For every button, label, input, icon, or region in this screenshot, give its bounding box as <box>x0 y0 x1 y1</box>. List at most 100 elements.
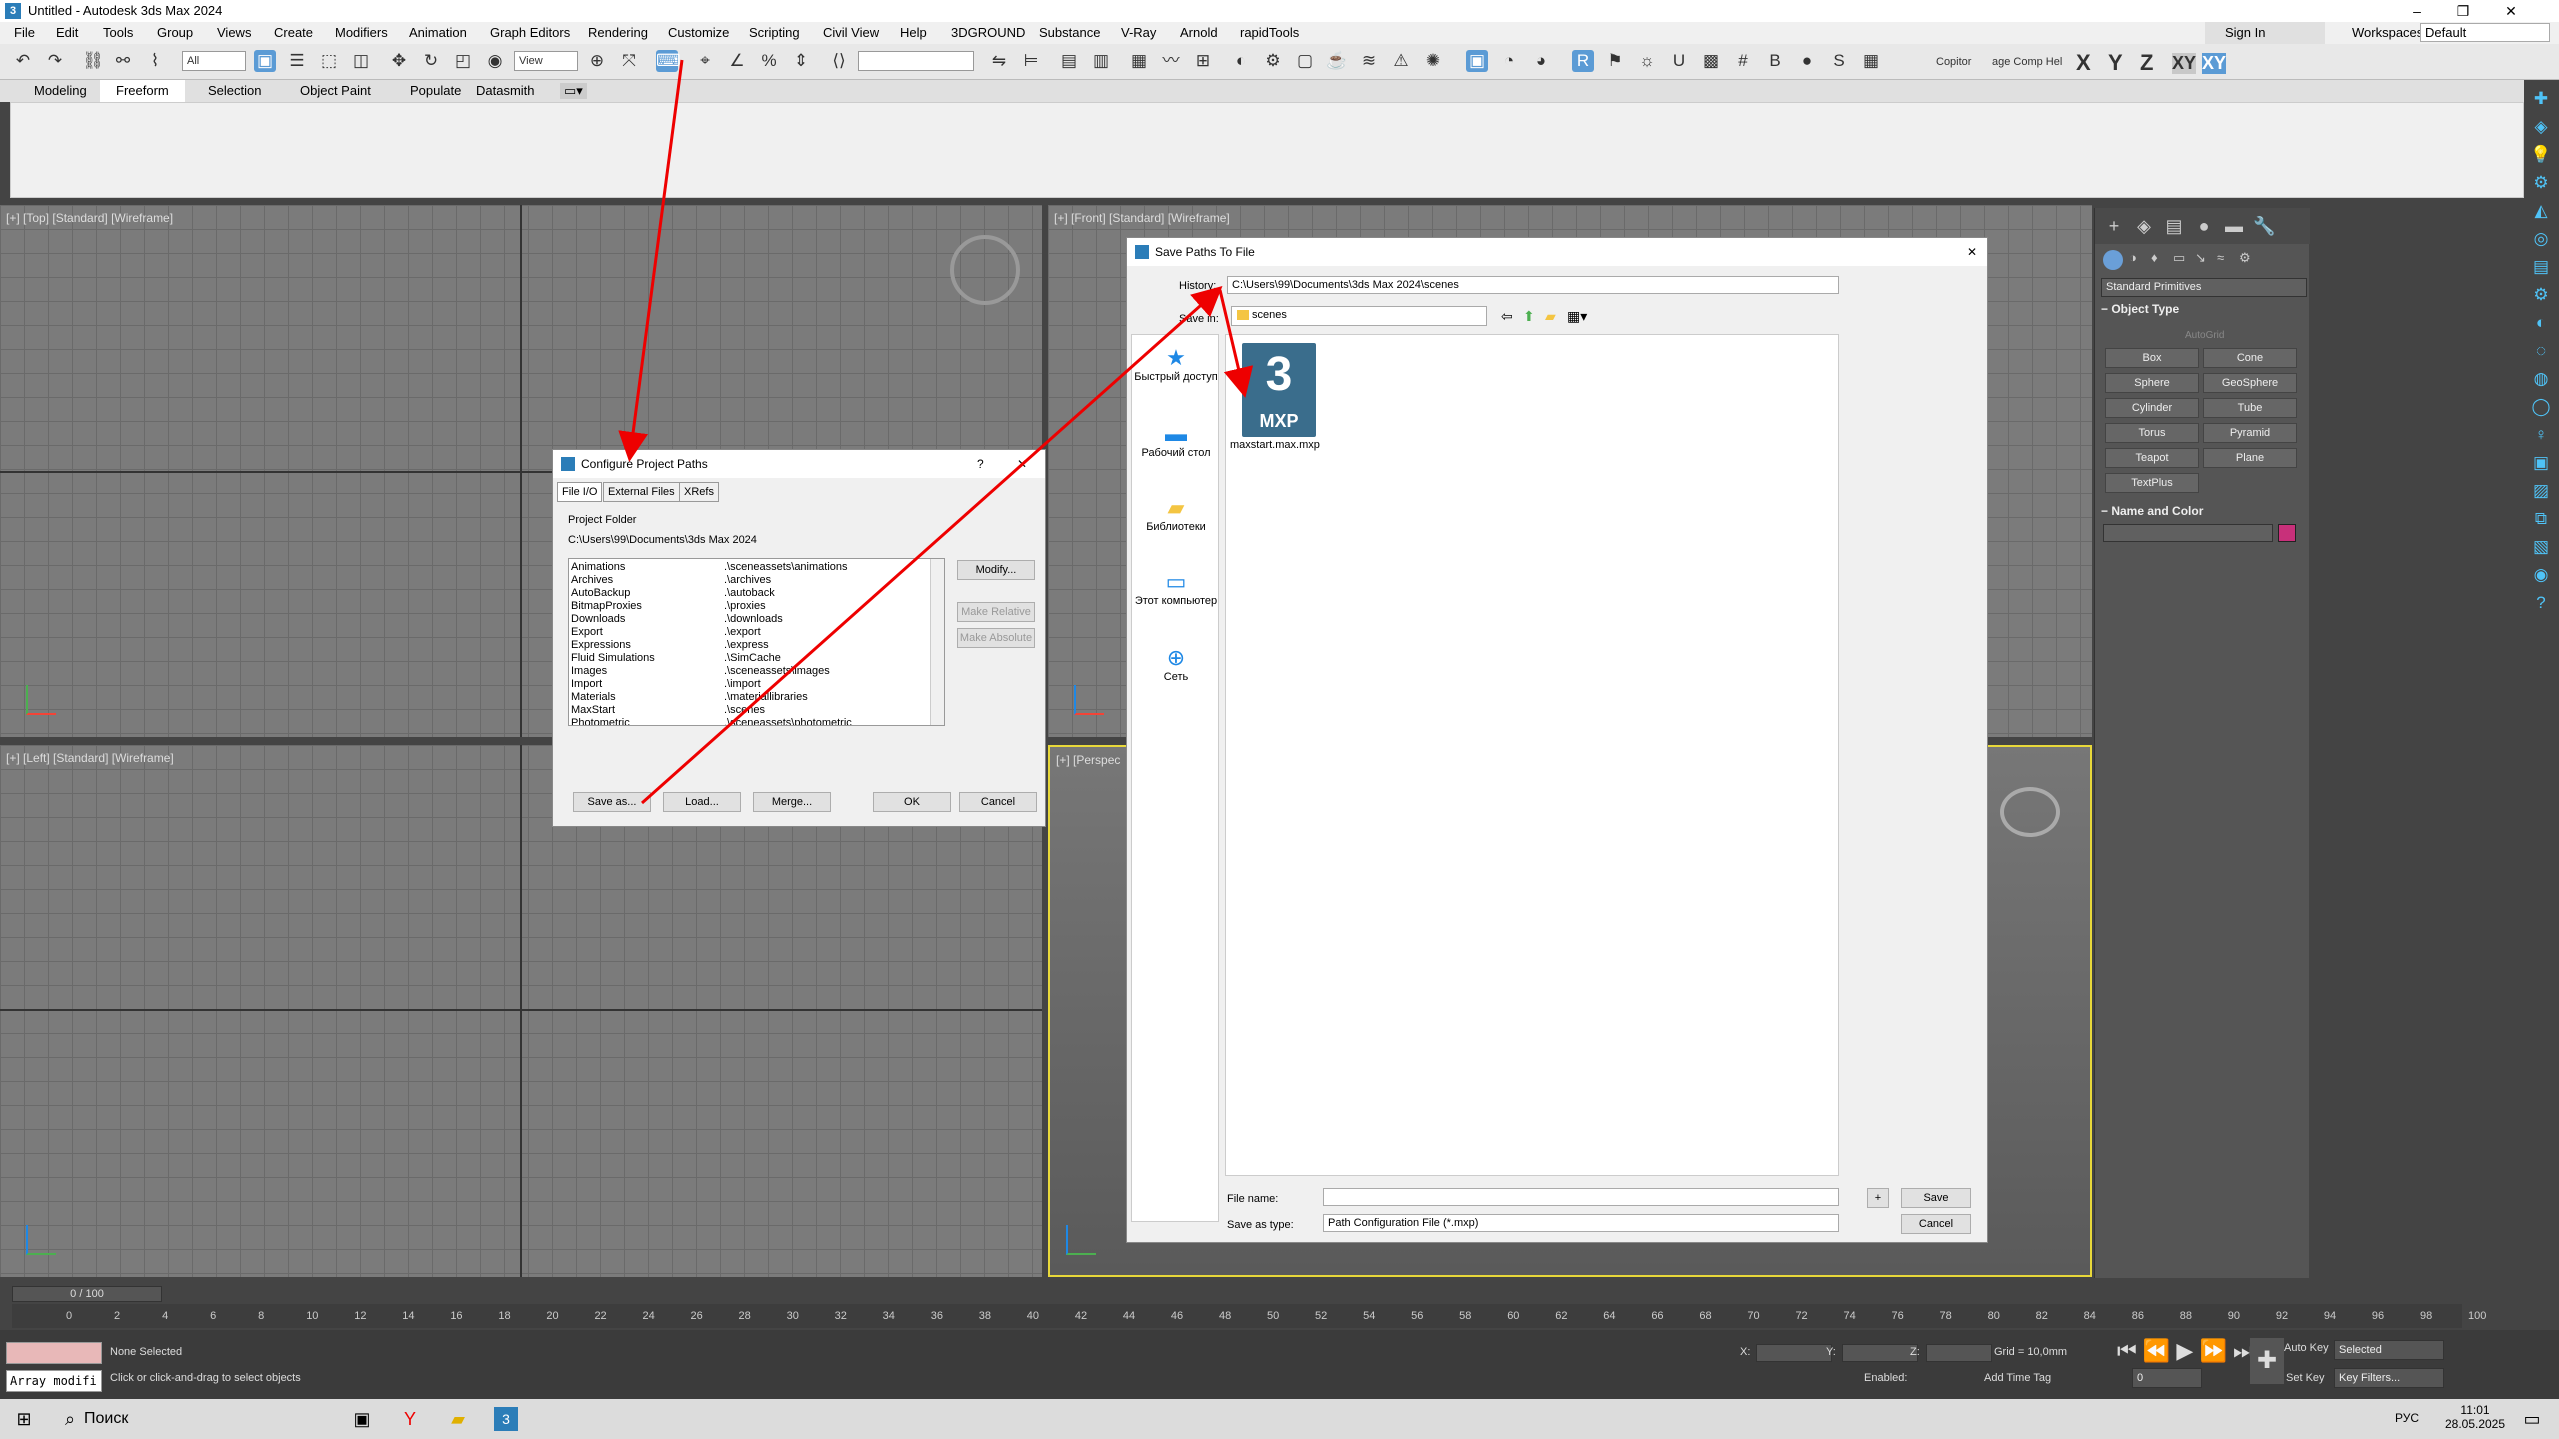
rotate-icon[interactable]: ↻ <box>420 50 442 72</box>
list-item[interactable]: Downloads .\downloads <box>571 613 783 626</box>
display-icon[interactable]: ◯ <box>2530 396 2552 418</box>
axis-z-button[interactable]: Z <box>2140 50 2153 76</box>
ribbon-tab-populate[interactable]: Populate <box>410 83 461 98</box>
menu-animation[interactable]: Animation <box>409 25 467 40</box>
pivot-center-icon[interactable]: ⊕ <box>586 50 608 72</box>
light-lister-icon[interactable]: ☼ <box>1636 50 1658 72</box>
motion-icon[interactable]: ● <box>2193 216 2215 238</box>
ok-button[interactable]: OK <box>873 792 951 812</box>
rendered-frame-icon[interactable]: ▢ <box>1294 50 1316 72</box>
schematic-view-icon[interactable]: ⊞ <box>1192 50 1214 72</box>
create-icon[interactable]: + <box>2103 216 2125 238</box>
menu-edit[interactable]: Edit <box>56 25 78 40</box>
hierarchy-icon[interactable]: ◍ <box>2530 368 2552 390</box>
ribbon-tab-object-paint[interactable]: Object Paint <box>300 83 371 98</box>
move-icon[interactable]: ✥ <box>388 50 410 72</box>
windows-start-icon[interactable]: ⊞ <box>12 1407 36 1431</box>
modify-button[interactable]: Modify... <box>957 560 1035 580</box>
image-icon[interactable]: ▨ <box>2530 480 2552 502</box>
x-coordinate-input[interactable] <box>1756 1344 1832 1362</box>
place-this-pc[interactable]: ▭ Этот компьютер <box>1132 569 1220 607</box>
object-name-input[interactable] <box>2103 524 2273 542</box>
window-crossing-icon[interactable]: ◫ <box>350 50 372 72</box>
redo-icon[interactable]: ↷ <box>44 50 66 72</box>
list-item[interactable]: Import .\import <box>571 678 761 691</box>
maxscript-mini-input[interactable]: Array modifi <box>6 1370 102 1392</box>
image2-icon[interactable]: ▧ <box>2530 536 2552 558</box>
menu-tools[interactable]: Tools <box>103 25 133 40</box>
maxscript-listener-input[interactable] <box>6 1342 102 1364</box>
ribbon-tab-freeform[interactable]: Freeform <box>100 80 185 102</box>
snaps-toggle-icon[interactable]: ⌖ <box>694 50 716 72</box>
menu-customize[interactable]: Customize <box>668 25 729 40</box>
menu-views[interactable]: Views <box>217 25 251 40</box>
auto-key-button[interactable]: Auto Key <box>2284 1342 2329 1354</box>
torus-button[interactable]: Torus <box>2105 423 2199 443</box>
save-button[interactable]: Save <box>1901 1188 1971 1208</box>
task-view-icon[interactable]: ▣ <box>350 1407 374 1431</box>
render-setup-icon[interactable]: ⚙ <box>1262 50 1284 72</box>
rb-plugin-icon[interactable]: R <box>1572 50 1594 72</box>
restore-icon[interactable]: ❐ <box>2440 0 2486 22</box>
name-and-color-rollout[interactable]: − Name and Color <box>2101 504 2307 524</box>
list-item[interactable]: BitmapProxies .\proxies <box>571 600 766 613</box>
workspace-dropdown[interactable]: Default <box>2420 23 2550 42</box>
link-icon[interactable]: ⛓ <box>82 50 104 72</box>
spacewarps-icon[interactable]: ≈ <box>2217 250 2224 265</box>
menu-rendering[interactable]: Rendering <box>588 25 648 40</box>
angle-snap-icon[interactable]: ∠ <box>726 50 748 72</box>
select-by-name-icon[interactable]: ☰ <box>286 50 308 72</box>
motion-icon[interactable]: ◌ <box>2530 340 2552 362</box>
3dsmax-taskbar-icon[interactable]: 3 <box>494 1407 518 1431</box>
menu-modifiers[interactable]: Modifiers <box>335 25 388 40</box>
ribbon-options-icon[interactable]: ▭▾ <box>560 83 587 99</box>
scale-icon[interactable]: ◰ <box>452 50 474 72</box>
make-relative-button[interactable]: Make Relative <box>957 602 1035 622</box>
help-icon[interactable]: ? <box>2530 592 2552 614</box>
pyramid-button[interactable]: Pyramid <box>2203 423 2297 443</box>
primitive-type-dropdown[interactable]: Standard Primitives <box>2101 278 2307 297</box>
rectangular-selection-icon[interactable]: ⬚ <box>318 50 340 72</box>
list-scrollbar[interactable] <box>930 559 944 725</box>
cylinder-button[interactable]: Cylinder <box>2105 398 2199 418</box>
modify-icon[interactable]: ◈ <box>2133 216 2155 238</box>
file-list[interactable]: 3 MXP maxstart.max.mxp <box>1225 334 1839 1176</box>
ribbon-tab-datasmith[interactable]: Datasmith <box>476 83 535 98</box>
axis-xy-button[interactable]: XY <box>2172 53 2197 74</box>
close-icon[interactable]: ✕ <box>1967 238 1977 266</box>
render-icon[interactable]: ◐ <box>2530 312 2552 334</box>
select-object-icon[interactable]: ▣ <box>254 50 276 72</box>
list-item[interactable]: Fluid Simulations .\SimCache <box>571 652 781 665</box>
file-explorer-icon[interactable]: ▰ <box>446 1407 470 1431</box>
axis-xy-active-button[interactable]: XY <box>2202 53 2227 74</box>
add-time-tag[interactable]: Add Time Tag <box>1984 1372 2051 1384</box>
taskbar-clock[interactable]: 11:01 28.05.2025 <box>2440 1403 2510 1431</box>
keyboard-shortcut-override-icon[interactable]: ⌨ <box>656 50 681 72</box>
language-indicator[interactable]: РУС <box>2395 1411 2419 1425</box>
display-icon[interactable]: ▬ <box>2223 216 2245 238</box>
textplus-button[interactable]: TextPlus <box>2105 473 2199 493</box>
menu-substance[interactable]: Substance <box>1039 25 1100 40</box>
teapot-button[interactable]: Teapot <box>2105 448 2199 468</box>
place-desktop[interactable]: ▬ Рабочий стол <box>1132 421 1220 459</box>
load-button[interactable]: Load... <box>663 792 741 812</box>
ribbon-toggle-icon[interactable]: ▦ <box>1128 50 1150 72</box>
list-item[interactable]: Archives .\archives <box>571 574 771 587</box>
y-coordinate-input[interactable] <box>1842 1344 1918 1362</box>
list-item[interactable]: MaxStart .\scenes <box>571 704 765 717</box>
mirror-icon[interactable]: ⇋ <box>988 50 1010 72</box>
reference-coordinate-dropdown[interactable]: View <box>514 51 578 71</box>
close-icon[interactable]: ✕ <box>2488 0 2534 22</box>
hierarchy-icon[interactable]: ▤ <box>2163 216 2185 238</box>
axis-y-button[interactable]: Y <box>2108 50 2123 76</box>
lights-icon[interactable]: 💡 <box>2530 144 2552 166</box>
key-filters-button[interactable]: Key Filters... <box>2334 1368 2444 1388</box>
helpers-icon[interactable]: ▤ <box>2530 256 2552 278</box>
frame-input[interactable]: 0 <box>2132 1368 2202 1388</box>
viewport-left-label[interactable]: [+] [Left] [Standard] [Wireframe] <box>6 751 174 765</box>
plane-button[interactable]: Plane <box>2203 448 2297 468</box>
helpers-icon[interactable]: ↘ <box>2195 250 2206 266</box>
percent-snap-icon[interactable]: % <box>758 50 780 72</box>
ribbon-tab-selection[interactable]: Selection <box>208 83 261 98</box>
select-manipulate-icon[interactable]: ⤧ <box>618 50 640 72</box>
